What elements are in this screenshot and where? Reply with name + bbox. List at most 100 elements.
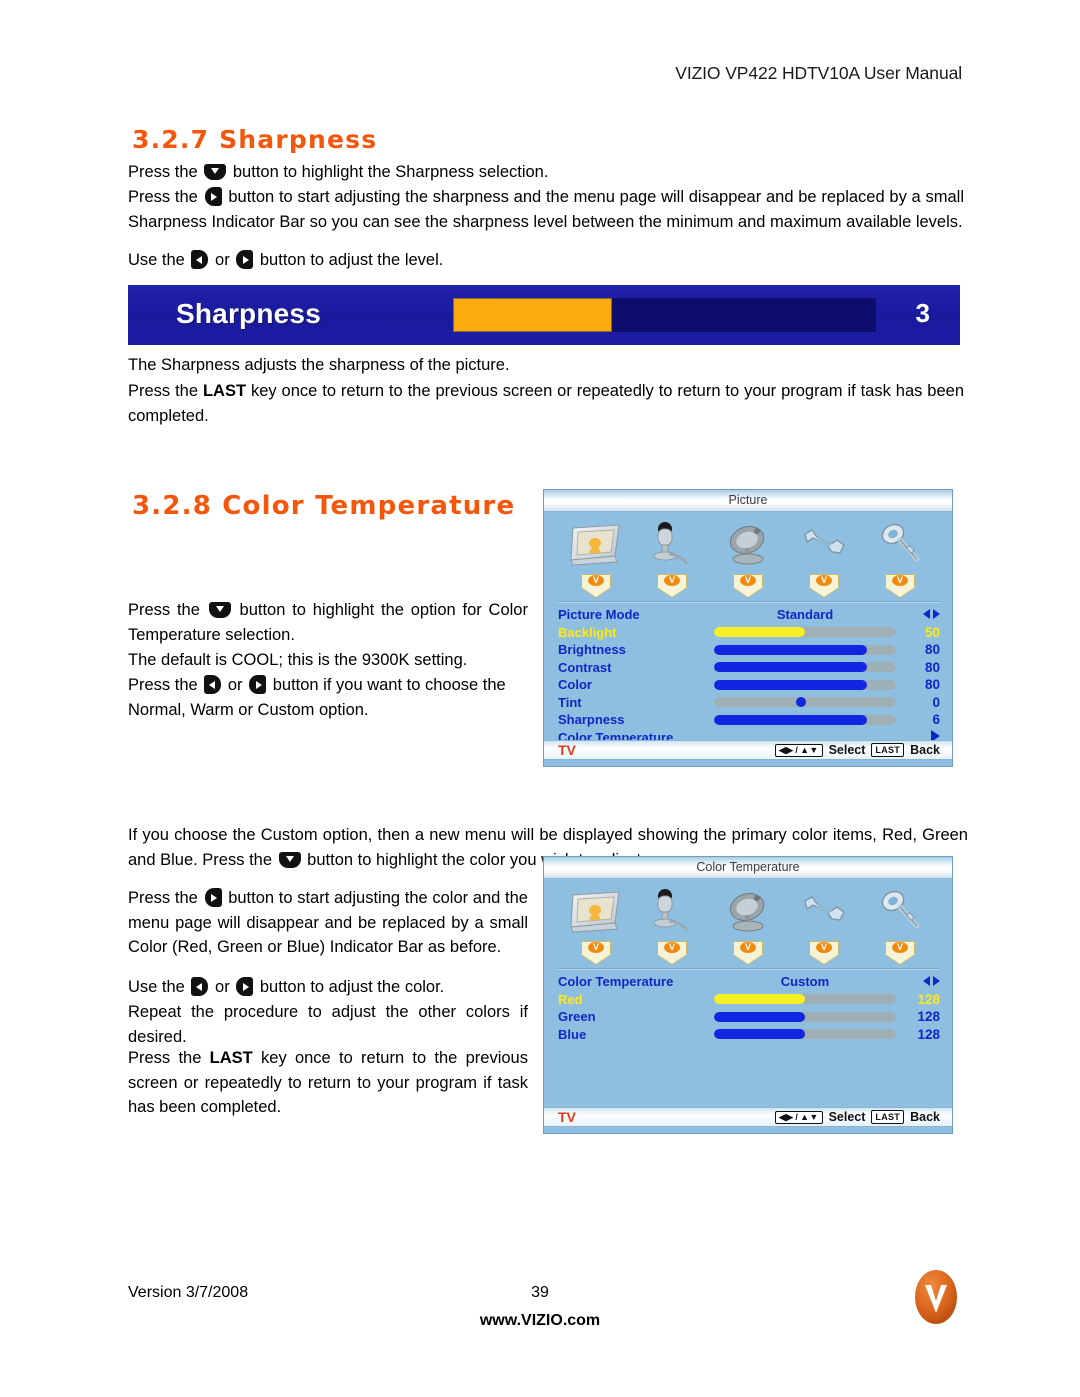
text-run: or [210,251,235,269]
osd-tab-marker[interactable]: V [809,941,839,965]
osd-title-picture: Picture [728,493,768,507]
osd-colortemp-rows: Color Temperature Custom Red 128 Green 1… [544,973,952,1043]
paragraph-colortemp-2: The default is COOL; this is the 9300K s… [128,651,468,669]
osd-row-label: Sharpness [558,712,625,728]
osd-row-blue[interactable]: Blue 128 [544,1026,952,1044]
text-run: Press the [128,188,203,206]
text-run: Use the [128,251,190,269]
satellite-dish-icon[interactable] [717,887,779,943]
osd-color-temperature-menu: Color Temperature V V V V V Color Temper… [543,856,953,1134]
right-button-icon [236,977,254,996]
osd-row-color[interactable]: Color 80 [544,676,952,694]
text-run: Press the [128,163,203,181]
osd-tab-marker[interactable]: V [885,574,915,598]
osd-slider [714,714,896,725]
paragraph-custom-2: Press the button to start adjusting the … [128,886,528,960]
paragraph-sharpness-3: Use the or button to adjust the level. [128,248,968,273]
wrench-icon[interactable] [793,520,855,576]
osd-select-label: Select [828,1110,866,1124]
osd-footer: TV ◀▶ / ▲▼ Select LAST Back [544,1107,952,1127]
osd-tab-marker[interactable]: V [657,574,687,598]
osd-slider [714,1029,896,1040]
osd-tab-marker[interactable]: V [657,941,687,965]
sharpness-bar-label: Sharpness [176,298,321,329]
osd-title-color-temperature: Color Temperature [696,860,800,874]
osd-row-label: Contrast [558,659,612,675]
paragraph-custom-3: Use the or button to adjust the color. [128,975,528,1000]
osd-row-red[interactable]: Red 128 [544,991,952,1009]
osd-tab-marker[interactable]: V [809,574,839,598]
osd-row-picture-mode[interactable]: Picture Mode Standard [544,606,952,624]
paragraph-sharpness-1: Press the button to highlight the Sharpn… [128,160,968,185]
osd-row-control[interactable] [900,974,940,989]
navigation-keys-icon: ◀▶ / ▲▼ [774,743,823,757]
osd-row-contrast[interactable]: Contrast 80 [544,659,952,677]
osd-tab-marker[interactable]: V [885,941,915,965]
paragraph-sharpness-2: Press the button to start adjusting the … [128,185,964,234]
page-running-header: VIZIO VP422 HDTV10A User Manual [675,63,962,83]
osd-row-color-temperature[interactable]: Color Temperature Custom [544,973,952,991]
text-run: Press the [128,889,203,907]
vizio-logo [908,1268,964,1326]
left-button-icon [191,977,209,996]
wrench-icon[interactable] [793,887,855,943]
text-run: button to adjust the color. [255,978,445,996]
osd-row-green[interactable]: Green 128 [544,1008,952,1026]
satellite-dish-icon[interactable] [717,520,779,576]
osd-row-value: 80 [924,659,940,675]
osd-row-value: 6 [932,712,940,728]
last-key-icon: LAST [871,1110,905,1124]
manual-page: VIZIO VP422 HDTV10A User Manual 3.2.7 Sh… [0,0,1080,1397]
paragraph-custom-5: Press the LAST key once to return to the… [128,1046,528,1120]
right-button-icon [204,187,222,206]
osd-row-label: Red [558,991,583,1007]
last-key-label: LAST [202,382,247,400]
osd-tab-marker[interactable]: V [733,941,763,965]
text-run: Use the [128,978,190,996]
osd-row-backlight[interactable]: Backlight 50 [544,624,952,642]
osd-row-label: Green [558,1009,596,1025]
section-heading-sharpness: 3.2.7 Sharpness [132,125,378,154]
osd-row-value: 50 [924,624,940,640]
left-right-arrows-icon [923,609,940,620]
osd-tab-marker[interactable]: V [581,574,611,598]
osd-slider [714,662,896,673]
osd-row-control[interactable] [900,607,940,622]
osd-icon-row [544,514,952,576]
osd-row-label: Color Temperature [558,974,674,990]
osd-icon-row [544,881,952,943]
osd-slider [714,627,896,638]
last-key-icon: LAST [871,743,905,757]
key-icon[interactable] [869,887,931,943]
last-key-label: LAST [209,1049,253,1067]
paragraph-colortemp-3: Press the or button if you want to choos… [128,673,528,722]
osd-select-label: Select [828,743,866,757]
osd-row-sharpness[interactable]: Sharpness 6 [544,711,952,729]
osd-row-tint[interactable]: Tint 0 [544,694,952,712]
right-button-icon [249,675,267,694]
osd-slider [714,1011,896,1022]
osd-back-label: Back [910,743,940,757]
left-button-icon [204,675,222,694]
sharpness-indicator-bar: Sharpness 3 [128,285,960,345]
osd-tab-marker[interactable]: V [733,574,763,598]
osd-row-value: 0 [932,694,940,710]
text-run: Press the [128,601,207,619]
osd-row-brightness[interactable]: Brightness 80 [544,641,952,659]
navigation-keys-icon: ◀▶ / ▲▼ [774,1110,823,1124]
microphone-icon[interactable] [641,887,703,943]
right-button-icon [204,888,222,907]
osd-source-label: TV [558,1109,576,1125]
osd-tab-row: V V V V V [544,574,952,600]
key-icon[interactable] [869,520,931,576]
right-button-icon [236,250,254,269]
microphone-icon[interactable] [641,520,703,576]
picture-icon[interactable] [565,520,627,576]
osd-tab-marker[interactable]: V [581,941,611,965]
paragraph-sharpness-5: Press the LAST key once to return to the… [128,379,964,428]
osd-row-value: 128 [917,1026,940,1042]
sharpness-bar-track [453,298,876,332]
picture-icon[interactable] [565,887,627,943]
text-run: button to highlight the Sharpness select… [228,163,549,181]
text-run: Press the [128,676,203,694]
